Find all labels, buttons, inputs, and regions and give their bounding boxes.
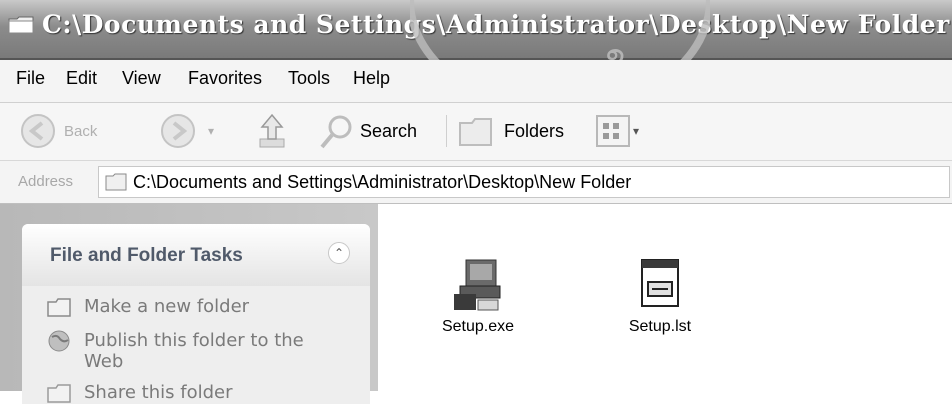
task-make-new-folder[interactable]: Make a new folder bbox=[46, 296, 314, 318]
address-value: C:\Documents and Settings\Administrator\… bbox=[133, 172, 632, 192]
collapse-chevron-icon[interactable]: ⌃ bbox=[328, 242, 350, 264]
folder-icon bbox=[105, 173, 127, 191]
file-folder-tasks-panel: File and Folder Tasks ⌃ Make a new folde… bbox=[22, 224, 370, 404]
globe-icon bbox=[48, 330, 70, 352]
menu-help[interactable]: Help bbox=[353, 68, 390, 89]
toolbar-separator bbox=[446, 115, 447, 147]
file-name: Setup.exe bbox=[441, 318, 515, 335]
search-icon bbox=[320, 115, 352, 149]
task-panel-header[interactable]: File and Folder Tasks ⌃ bbox=[22, 224, 370, 286]
title-bar[interactable]: C:\Documents and Settings\Administrator\… bbox=[0, 0, 952, 60]
task-panel-title: File and Folder Tasks bbox=[50, 245, 243, 266]
menu-bar: File Edit View Favorites Tools Help bbox=[0, 60, 952, 103]
task-pane: File and Folder Tasks ⌃ Make a new folde… bbox=[0, 204, 378, 404]
file-name: Setup.lst bbox=[628, 318, 692, 335]
task-publish-web[interactable]: Publish this folder to the Web bbox=[46, 330, 314, 372]
task-label: Make a new folder bbox=[84, 296, 250, 317]
new-folder-icon bbox=[47, 298, 71, 317]
up-folder-icon bbox=[259, 113, 285, 148]
task-share-folder[interactable]: Share this folder bbox=[46, 382, 314, 404]
address-bar: Address C:\Documents and Settings\Admini… bbox=[0, 161, 952, 204]
back-button[interactable]: Back bbox=[20, 111, 97, 151]
back-arrow-icon bbox=[21, 114, 55, 148]
menu-favorites[interactable]: Favorites bbox=[188, 68, 262, 89]
up-folder-button[interactable] bbox=[252, 111, 292, 151]
forward-button[interactable]: ▾ bbox=[160, 111, 214, 151]
address-input[interactable]: C:\Documents and Settings\Administrator\… bbox=[98, 166, 950, 198]
setup-lst-icon bbox=[641, 259, 679, 307]
file-list: Setup.exe Setup.lst bbox=[378, 204, 952, 391]
views-dropdown-icon[interactable]: ▾ bbox=[633, 124, 639, 138]
search-label: Search bbox=[360, 120, 418, 141]
toolbar: Back ▾ Search Folders ▾ bbox=[0, 103, 952, 161]
back-label: Back bbox=[64, 122, 98, 140]
menu-tools[interactable]: Tools bbox=[288, 68, 330, 89]
forward-arrow-icon bbox=[161, 114, 195, 148]
views-button[interactable]: ▾ bbox=[596, 111, 639, 151]
menu-file[interactable]: File bbox=[16, 68, 45, 89]
file-setup-lst[interactable]: Setup.lst bbox=[610, 256, 710, 336]
forward-dropdown-icon[interactable]: ▾ bbox=[208, 124, 214, 138]
task-label: Publish this folder to the Web bbox=[84, 330, 304, 372]
menu-view[interactable]: View bbox=[122, 68, 161, 89]
address-label: Address bbox=[18, 173, 74, 190]
folders-button[interactable]: Folders bbox=[456, 111, 564, 151]
task-label: Share this folder bbox=[84, 382, 233, 403]
folders-label: Folders bbox=[504, 120, 565, 141]
setup-exe-icon bbox=[454, 259, 501, 311]
search-button[interactable]: Search bbox=[318, 111, 417, 151]
folder-icon bbox=[8, 16, 34, 34]
views-grid-icon bbox=[596, 115, 630, 147]
window-title: C:\Documents and Settings\Administrator\… bbox=[42, 10, 950, 39]
folders-icon bbox=[459, 118, 492, 146]
file-setup-exe[interactable]: Setup.exe bbox=[430, 256, 526, 336]
menu-edit[interactable]: Edit bbox=[66, 68, 97, 89]
share-folder-icon bbox=[47, 384, 71, 403]
